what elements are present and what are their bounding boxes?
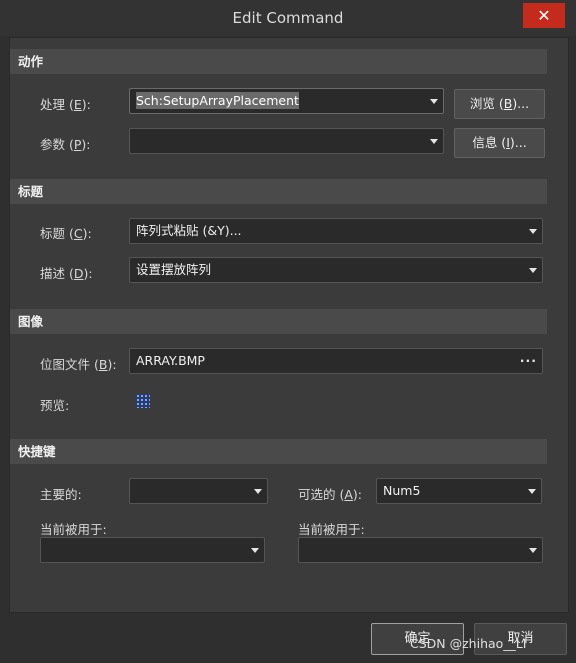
- params-combobox[interactable]: [129, 128, 444, 154]
- caption-combobox[interactable]: 阵列式粘贴 (&Y)...: [129, 218, 543, 244]
- chevron-down-icon[interactable]: [529, 268, 537, 273]
- chevron-down-icon[interactable]: [251, 548, 259, 553]
- bitmap-file-field[interactable]: ARRAY.BMP ···: [129, 348, 543, 374]
- close-icon: ✕: [537, 6, 551, 25]
- description-combobox[interactable]: 设置摆放阵列: [129, 257, 543, 283]
- section-header-title: 标题: [10, 179, 547, 204]
- chevron-down-icon[interactable]: [528, 489, 536, 494]
- used-by-combobox-1[interactable]: [40, 537, 265, 563]
- section-header-image: 图像: [10, 309, 547, 334]
- description-value: 设置摆放阵列: [136, 262, 212, 277]
- section-header-action: 动作: [10, 49, 547, 74]
- title-bar: Edit Command ✕: [0, 0, 576, 36]
- bitmap-label: 位图文件 (B):: [40, 357, 117, 372]
- alt-shortcut-value: Num5: [383, 483, 421, 498]
- process-combobox[interactable]: Sch:SetupArrayPlacement: [129, 88, 444, 114]
- alt-shortcut-label: 可选的 (A):: [298, 487, 363, 502]
- process-value: Sch:SetupArrayPlacement: [136, 92, 299, 109]
- section-header-shortcut: 快捷键: [10, 439, 547, 464]
- more-icon[interactable]: ···: [520, 349, 537, 373]
- used-by-label-2: 当前被用于:: [298, 522, 365, 537]
- caption-label: 标题 (C):: [40, 226, 92, 241]
- alt-shortcut-combobox[interactable]: Num5: [376, 478, 542, 504]
- used-by-label-1: 当前被用于:: [40, 522, 107, 537]
- chevron-down-icon[interactable]: [254, 489, 262, 494]
- chevron-down-icon[interactable]: [529, 548, 537, 553]
- close-button[interactable]: ✕: [523, 3, 565, 28]
- watermark: CSDN @zhihao__LI: [410, 636, 527, 651]
- process-label: 处理 (E):: [40, 97, 91, 112]
- bitmap-value: ARRAY.BMP: [136, 353, 205, 368]
- chevron-down-icon[interactable]: [430, 139, 438, 144]
- used-by-combobox-2[interactable]: [298, 537, 543, 563]
- chevron-down-icon[interactable]: [430, 99, 438, 104]
- preview-label: 预览:: [40, 398, 70, 413]
- primary-shortcut-label: 主要的:: [40, 487, 82, 502]
- primary-shortcut-combobox[interactable]: [129, 478, 268, 504]
- description-label: 描述 (D):: [40, 266, 93, 281]
- params-label: 参数 (P):: [40, 137, 91, 152]
- caption-value: 阵列式粘贴 (&Y)...: [136, 223, 242, 238]
- chevron-down-icon[interactable]: [529, 229, 537, 234]
- array-preview-icon: [136, 394, 150, 408]
- browse-button[interactable]: 浏览 (B)...: [454, 89, 545, 119]
- window-title: Edit Command: [232, 9, 344, 27]
- info-button[interactable]: 信息 (I)...: [454, 128, 545, 158]
